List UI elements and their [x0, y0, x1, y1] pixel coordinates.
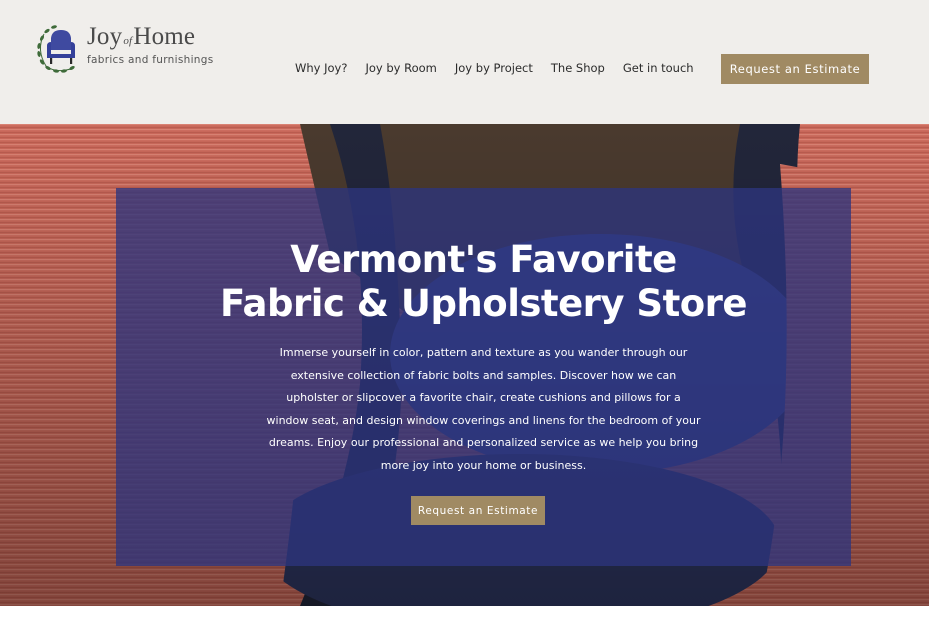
brand-name-part1: Joy [87, 23, 123, 50]
hero-title: Vermont's Favorite Fabric & Upholstery S… [116, 238, 851, 326]
site-logo[interactable]: JoyofHome fabrics and furnishings [34, 20, 214, 78]
hero-body-text: Immerse yourself in color, pattern and t… [266, 346, 701, 472]
hero-request-estimate-button[interactable]: Request an Estimate [411, 496, 545, 525]
nav-item-get-in-touch[interactable]: Get in touch [623, 61, 694, 75]
armchair-wreath-icon [37, 25, 75, 73]
main-nav: Why Joy? Joy by Room Joy by Project The … [295, 61, 712, 75]
nav-item-the-shop[interactable]: The Shop [551, 61, 605, 75]
hero-section: Vermont's Favorite Fabric & Upholstery S… [0, 124, 929, 606]
hero-title-line2: Fabric & Upholstery Store [219, 282, 748, 325]
header-request-estimate-button[interactable]: Request an Estimate [721, 54, 869, 84]
brand-name-part2: Home [133, 23, 196, 50]
brand-name: JoyofHome [87, 23, 195, 51]
brand-tagline: fabrics and furnishings [87, 54, 214, 66]
brand-name-of: of [123, 35, 133, 47]
hero-overlay-panel: Vermont's Favorite Fabric & Upholstery S… [116, 188, 851, 566]
nav-item-joy-by-project[interactable]: Joy by Project [455, 61, 533, 75]
nav-item-joy-by-room[interactable]: Joy by Room [365, 61, 436, 75]
hero-title-line1: Vermont's Favorite [290, 238, 677, 281]
site-header: JoyofHome fabrics and furnishings Why Jo… [0, 0, 929, 124]
nav-item-why-joy[interactable]: Why Joy? [295, 61, 347, 75]
